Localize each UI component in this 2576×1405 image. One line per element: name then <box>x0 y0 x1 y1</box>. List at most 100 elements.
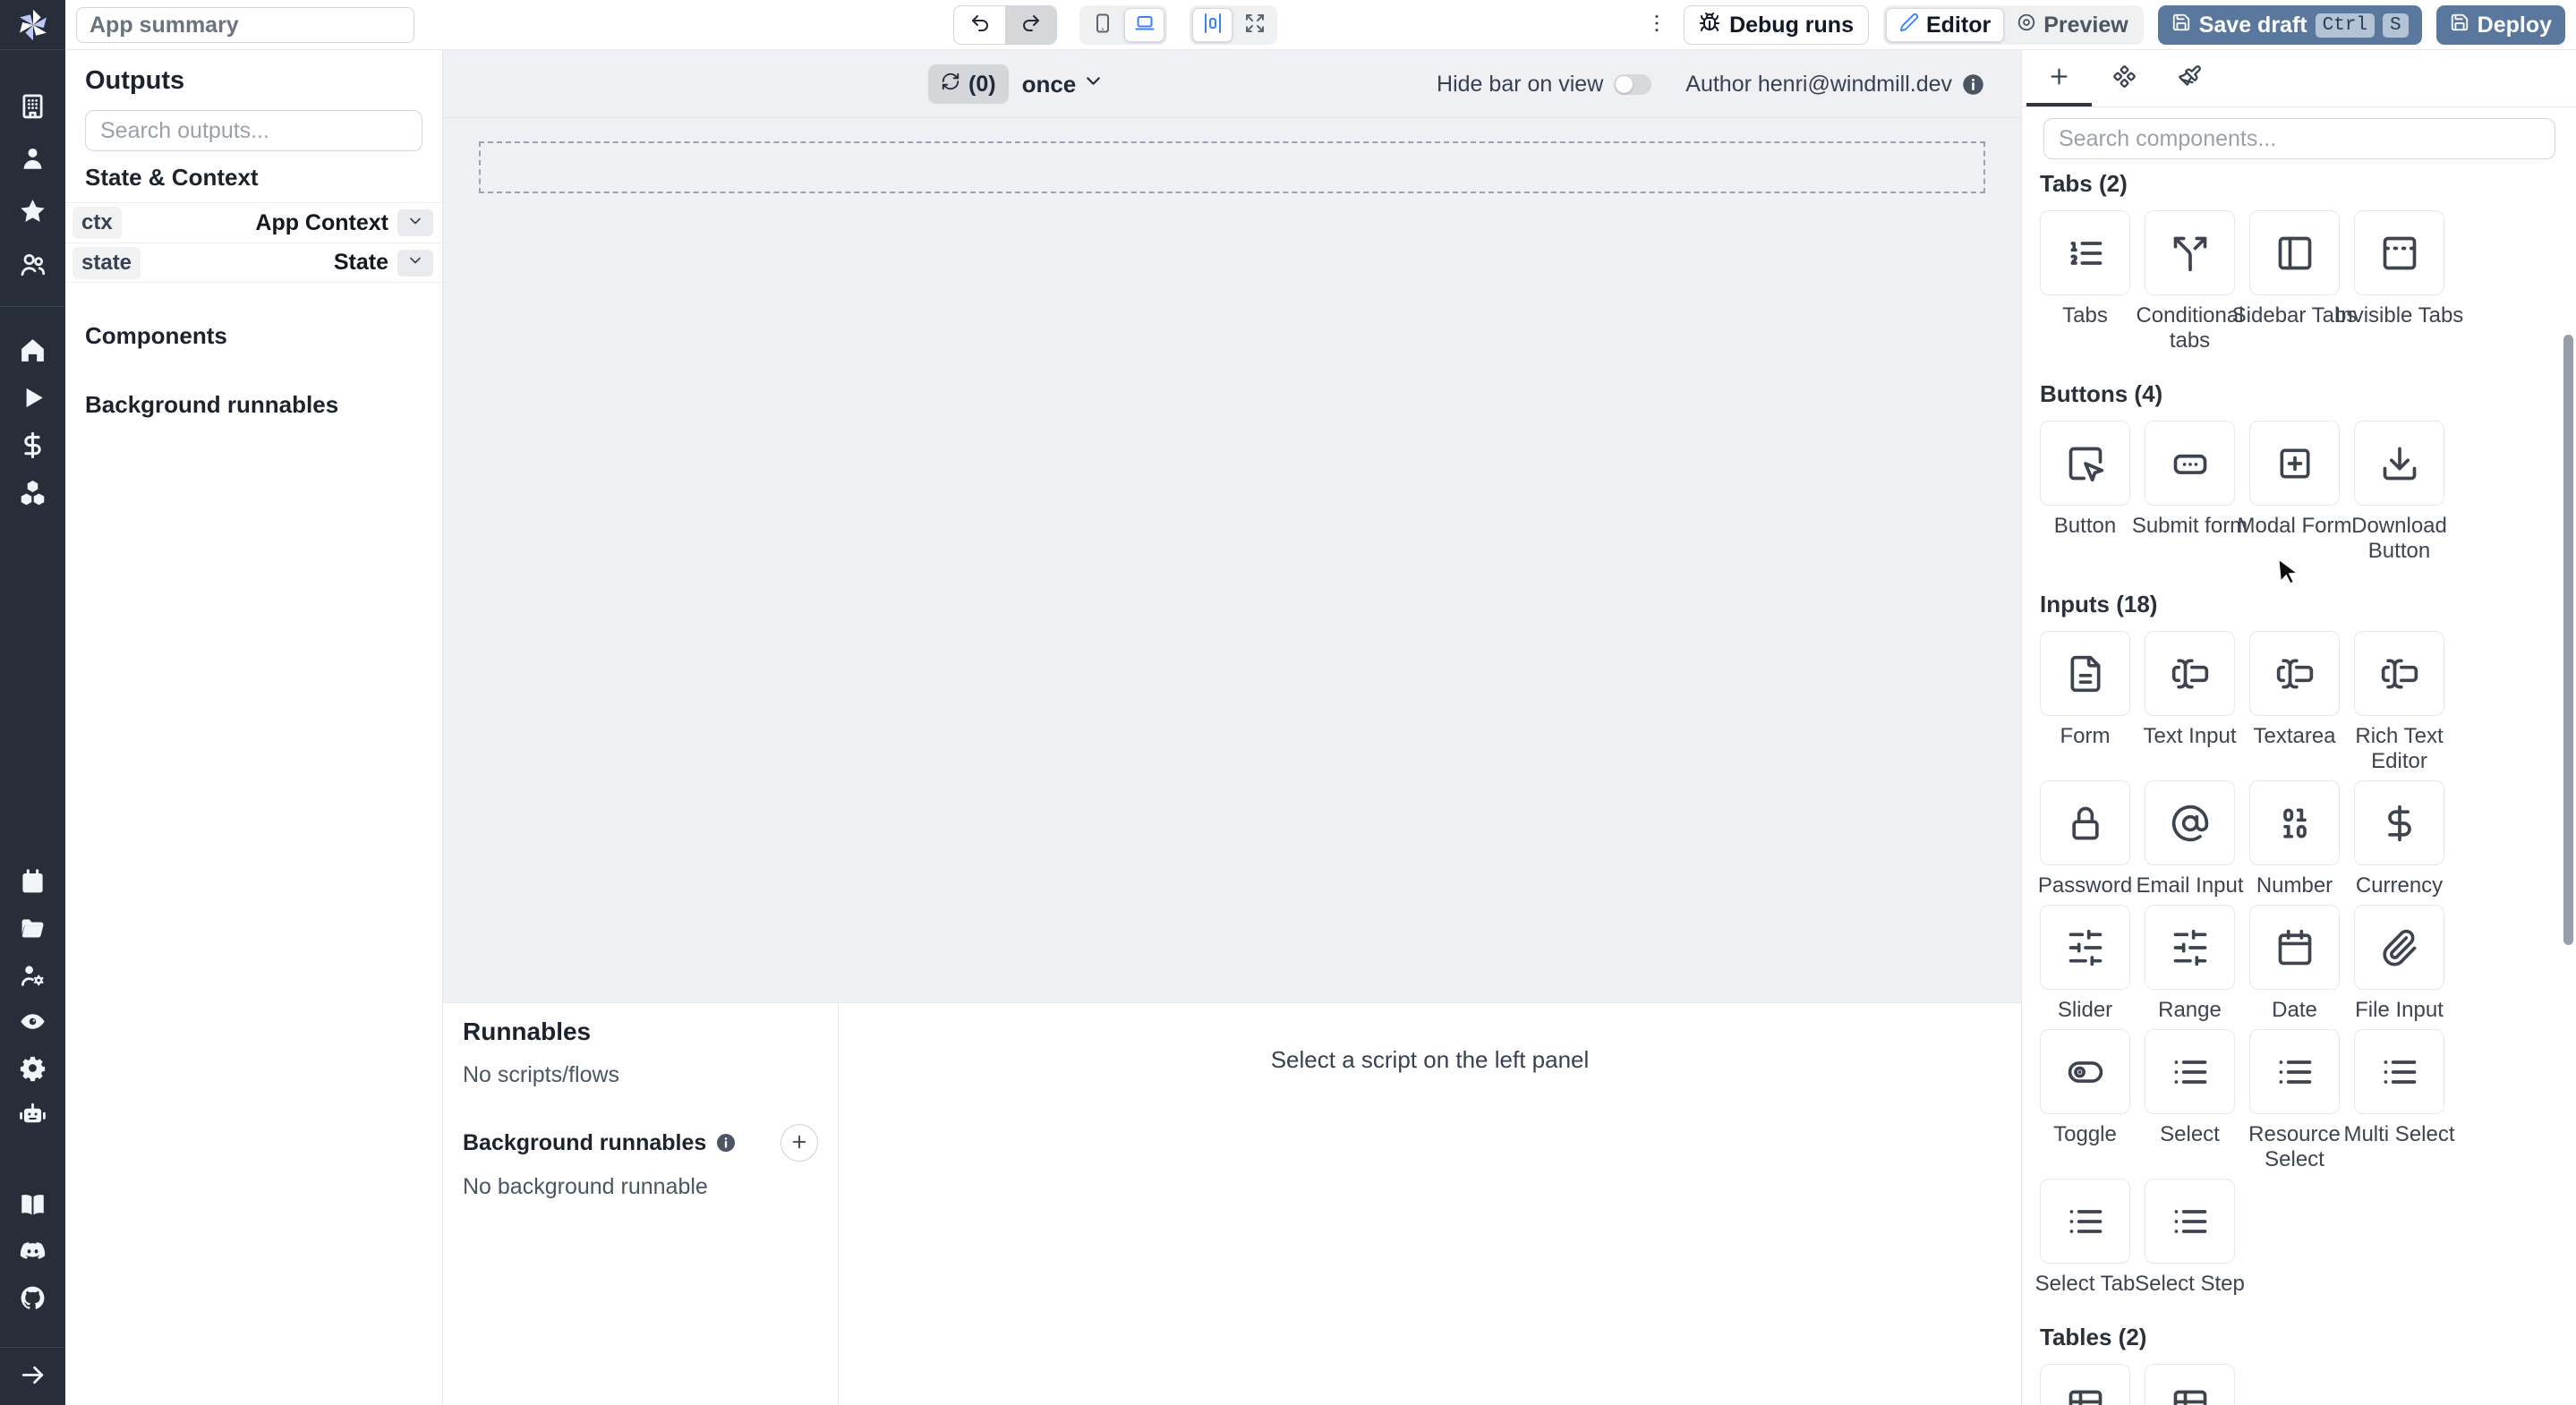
component-card[interactable]: Download Button <box>2351 421 2447 564</box>
components-search-input[interactable] <box>2043 118 2555 159</box>
component-card[interactable]: Invisible Tabs <box>2335 210 2463 353</box>
app-sidebar <box>0 0 65 1405</box>
component-card[interactable]: Date <box>2249 905 2340 1023</box>
component-card[interactable]: Email Input <box>2136 780 2244 898</box>
app-summary-input[interactable] <box>76 7 414 43</box>
component-card[interactable]: Rich Text Editor <box>2354 631 2444 774</box>
tab-editor[interactable]: Editor <box>1885 8 2005 42</box>
component-card[interactable]: Currency <box>2354 780 2444 898</box>
ellipsis-box-icon <box>2171 444 2210 483</box>
mobile-view-button[interactable] <box>1082 8 1122 42</box>
list-icon <box>2275 1052 2315 1092</box>
component-card[interactable]: Range <box>2145 905 2235 1023</box>
more-menu-button[interactable] <box>1644 7 1669 43</box>
user-icon[interactable] <box>18 143 48 174</box>
save-draft-button[interactable]: Save draft Ctrl S <box>2157 5 2422 45</box>
bot-icon[interactable] <box>18 1099 48 1129</box>
component-card[interactable]: Tabs <box>2040 210 2130 353</box>
fullwidth-button[interactable] <box>1234 8 1275 42</box>
author-label: Author henri@windmill.dev <box>1685 71 1952 97</box>
component-card[interactable]: Submit form <box>2132 421 2248 564</box>
app-canvas[interactable]: (0) once Hide bar on view Author henri@w… <box>443 50 2021 1002</box>
output-row-state[interactable]: state State <box>65 243 442 283</box>
outputs-title: Outputs <box>85 66 185 95</box>
user-cog-icon[interactable] <box>18 959 48 990</box>
component-card[interactable]: Modal Form <box>2237 421 2352 564</box>
info-icon[interactable] <box>1961 72 1985 97</box>
component-card[interactable]: Multi Select <box>2343 1029 2455 1172</box>
debug-runs-button[interactable]: Debug runs <box>1684 5 1869 45</box>
component-card[interactable]: Resource Select <box>2248 1029 2341 1172</box>
toggle-icon <box>2066 1052 2105 1092</box>
center-layout-button[interactable] <box>1192 8 1233 42</box>
app-root: Debug runs Editor Preview Save draft Ct <box>0 0 2576 1405</box>
component-card[interactable] <box>2145 1364 2235 1405</box>
add-background-runnable-button[interactable] <box>780 1124 818 1162</box>
boxes-icon[interactable] <box>18 477 48 507</box>
play-icon[interactable] <box>18 382 48 413</box>
folder-icon[interactable] <box>18 913 48 943</box>
components-scrollbar[interactable] <box>2563 335 2573 945</box>
star-icon[interactable] <box>18 196 48 226</box>
component-card-label: Currency <box>2355 873 2444 898</box>
gear-icon[interactable] <box>18 1052 48 1083</box>
component-card[interactable] <box>2040 1364 2130 1405</box>
component-card[interactable]: File Input <box>2354 905 2444 1023</box>
recompute-mode-dropdown[interactable]: once <box>1022 70 1105 98</box>
square-pointer-icon <box>2066 444 2105 483</box>
chevron-down-icon <box>406 251 424 274</box>
building-icon[interactable] <box>18 90 48 121</box>
panel-tab-component-settings[interactable] <box>2092 50 2157 106</box>
discord-icon[interactable] <box>18 1236 48 1266</box>
expand-row-button[interactable] <box>397 209 433 236</box>
component-card[interactable]: Textarea <box>2249 631 2340 774</box>
component-card[interactable]: Select Step <box>2135 1179 2245 1297</box>
component-card[interactable]: Number <box>2249 780 2340 898</box>
deploy-button[interactable]: Deploy <box>2435 5 2565 45</box>
panel-tab-insert-component[interactable] <box>2026 50 2092 106</box>
tab-preview[interactable]: Preview <box>2004 8 2141 42</box>
sidebar-divider <box>0 306 65 307</box>
eye-icon[interactable] <box>18 1006 48 1036</box>
component-card[interactable]: Toggle <box>2040 1029 2130 1172</box>
debug-runs-label: Debug runs <box>1729 12 1854 38</box>
component-card[interactable]: Slider <box>2040 905 2130 1023</box>
redo-icon <box>1020 13 1042 38</box>
output-row-ctx[interactable]: ctx App Context <box>65 202 442 243</box>
component-card[interactable]: Select <box>2145 1029 2235 1172</box>
split-icon <box>2171 234 2210 273</box>
component-card[interactable]: Button <box>2040 421 2130 564</box>
github-icon[interactable] <box>18 1282 48 1313</box>
preview-label: Preview <box>2043 12 2128 38</box>
arrow-right-icon[interactable] <box>18 1359 48 1390</box>
panel-tab-styling[interactable] <box>2157 50 2222 106</box>
home-icon[interactable] <box>18 335 48 365</box>
dollar-icon[interactable] <box>18 430 48 460</box>
info-icon[interactable] <box>715 1132 737 1154</box>
book-icon[interactable] <box>18 1189 48 1220</box>
recompute-button[interactable]: (0) <box>928 64 1009 104</box>
component-card[interactable]: Select Tab <box>2035 1179 2135 1297</box>
component-card[interactable]: Text Input <box>2143 631 2237 774</box>
outputs-search-input[interactable] <box>85 110 422 151</box>
component-card[interactable]: Sidebar Tabs <box>2232 210 2357 353</box>
component-card[interactable]: Password <box>2038 780 2132 898</box>
component-card[interactable]: Form <box>2040 631 2130 774</box>
users-icon[interactable] <box>18 249 48 279</box>
calendar-solid-icon[interactable] <box>18 866 48 897</box>
runnables-empty-text: No scripts/flows <box>463 1062 620 1087</box>
component-section-title: Tabs (2) <box>2040 170 2128 197</box>
expand-row-button[interactable] <box>397 249 433 277</box>
canvas-dropzone[interactable] <box>479 141 1985 193</box>
paintbrush-icon <box>2178 64 2202 93</box>
save-icon <box>2171 13 2191 38</box>
desktop-view-button[interactable] <box>1124 8 1164 42</box>
component-card[interactable]: Conditional tabs <box>2136 210 2244 353</box>
editor-preview-toggle: Editor Preview <box>1882 5 2144 45</box>
component-card-label: Multi Select <box>2343 1122 2455 1146</box>
redo-button[interactable] <box>1005 6 1056 44</box>
undo-button[interactable] <box>954 6 1005 44</box>
windmill-logo[interactable] <box>0 0 65 50</box>
text-cursor-input-icon <box>2171 654 2210 694</box>
hide-bar-toggle[interactable] <box>1614 73 1652 95</box>
